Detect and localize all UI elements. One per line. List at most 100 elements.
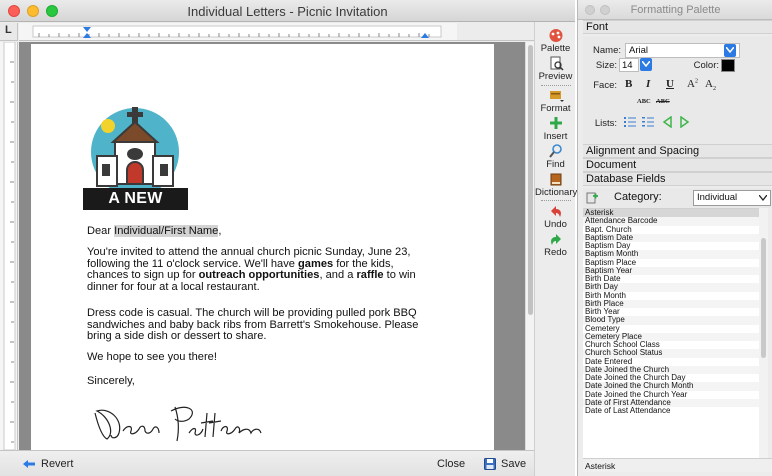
field-list-item[interactable]: Bapt. Church xyxy=(583,226,759,234)
logo-banner-text: A NEW HOPE xyxy=(108,190,163,225)
preview-tool[interactable]: Preview xyxy=(535,56,576,82)
find-magnifier-icon xyxy=(548,144,562,158)
dictionary-tool-label: Dictionary xyxy=(535,187,578,198)
field-list-item[interactable]: Blood Type xyxy=(583,316,759,325)
strikethrough-button[interactable]: ABC xyxy=(656,98,670,105)
field-list-item[interactable]: Baptism Day xyxy=(583,242,759,250)
save-label: Save xyxy=(501,458,527,470)
font-name-label: Name: xyxy=(593,45,621,56)
font-name-field[interactable]: Arial xyxy=(625,43,740,58)
paragraph-invitation[interactable]: You're invited to attend the annual chur… xyxy=(87,246,437,294)
bold-button[interactable]: B xyxy=(625,78,632,90)
category-row: Category: Individual xyxy=(583,188,772,208)
paragraph-hope[interactable]: We hope to see you there! xyxy=(87,351,437,364)
italic-button[interactable]: I xyxy=(646,78,650,90)
paragraph-dress-code[interactable]: Dress code is casual. The church will be… xyxy=(87,307,437,343)
find-tool-label: Find xyxy=(546,159,565,170)
insert-tool[interactable]: Insert xyxy=(535,116,576,142)
field-list-item[interactable]: Baptism Month xyxy=(583,250,759,259)
subscript-button[interactable]: A2 xyxy=(705,78,716,92)
field-list-item[interactable]: Cemetery xyxy=(583,325,759,333)
palette-tool-label: Palette xyxy=(540,43,571,54)
revert-button[interactable]: Revert xyxy=(22,456,73,472)
font-section-header[interactable]: Font xyxy=(583,20,772,34)
merge-field-first-name[interactable]: Individual/First Name xyxy=(114,225,219,237)
document-window: Individual Letters - Picnic Invitation L xyxy=(0,0,575,476)
closing-line[interactable]: Sincerely, xyxy=(87,375,437,388)
field-list-item[interactable]: Church School Class xyxy=(583,341,759,349)
field-list-item[interactable]: Date of Last Attendance xyxy=(583,407,759,415)
field-list-scrollbar[interactable] xyxy=(759,208,768,458)
field-list-item[interactable]: Birth Place xyxy=(583,299,759,308)
field-list-scroll-thumb[interactable] xyxy=(761,238,766,358)
insert-field-icon[interactable] xyxy=(586,191,599,204)
field-list-item[interactable]: Date Joined the Church Month xyxy=(583,382,759,391)
font-color-label: Color: xyxy=(693,60,719,71)
field-list-item[interactable]: Birth Day xyxy=(583,283,759,292)
salutation-prefix: Dear xyxy=(87,225,115,237)
field-list-item[interactable]: Date Joined the Church xyxy=(583,365,759,374)
insert-tool-label: Insert xyxy=(543,131,568,142)
document-canvas[interactable]: A NEW HOPE Dear Individual/First Name, Y… xyxy=(19,42,525,450)
field-list-item[interactable]: Date Joined the Church Year xyxy=(583,391,759,399)
ruler-unit-toggle[interactable]: L xyxy=(0,23,18,41)
field-list-item[interactable]: Church School Status xyxy=(583,349,759,358)
horizontal-ruler[interactable] xyxy=(19,23,457,41)
chevron-down-icon xyxy=(759,195,767,201)
vertical-ruler-ticks xyxy=(3,42,16,450)
numbered-list-icon[interactable] xyxy=(641,115,655,129)
horizontal-ruler-ticks xyxy=(32,25,442,38)
redo-tool-label: Redo xyxy=(544,247,567,258)
palette-title: Formatting Palette xyxy=(630,4,721,16)
subscript-glyph: A xyxy=(705,78,713,90)
close-button[interactable]: Close xyxy=(437,456,465,472)
database-fields-section-header[interactable]: Database Fields xyxy=(583,172,772,186)
vertical-ruler[interactable] xyxy=(0,42,18,450)
selected-field-readout: Asterisk xyxy=(583,458,772,472)
category-select[interactable]: Individual xyxy=(693,190,771,206)
decrease-indent-icon[interactable] xyxy=(662,116,674,128)
dictionary-tool[interactable]: Dictionary xyxy=(535,172,578,198)
alignment-section-header[interactable]: Alignment and Spacing xyxy=(583,144,772,158)
field-list-item[interactable]: Attendance Barcode xyxy=(583,217,759,226)
field-list-item[interactable]: Date of First Attendance xyxy=(583,398,759,407)
letter-page[interactable]: A NEW HOPE Dear Individual/First Name, Y… xyxy=(31,44,494,450)
field-list-item[interactable]: Birth Date xyxy=(583,275,759,283)
redo-tool[interactable]: Redo xyxy=(535,232,576,258)
document-scroll-thumb[interactable] xyxy=(528,45,533,315)
font-name-dropdown[interactable] xyxy=(724,44,736,57)
database-field-list[interactable]: Asterisk Attendance Barcode Bapt. Church Ba… xyxy=(583,208,759,458)
save-button[interactable]: Save xyxy=(484,456,526,472)
field-list-item[interactable]: Baptism Year xyxy=(583,266,759,275)
bulleted-list-icon[interactable] xyxy=(623,115,637,129)
increase-indent-icon[interactable] xyxy=(678,116,690,128)
preview-icon xyxy=(550,56,564,71)
dictionary-book-icon xyxy=(550,173,561,186)
field-list-item[interactable]: Date Joined the Church Day xyxy=(583,374,759,382)
small-caps-button[interactable]: ABC xyxy=(637,98,651,105)
superscript-button[interactable]: A2 xyxy=(687,78,698,90)
field-list-item[interactable]: Date Entered xyxy=(583,358,759,366)
field-list-item[interactable]: Baptism Place xyxy=(583,259,759,267)
document-section-header[interactable]: Document xyxy=(583,158,772,172)
font-color-swatch[interactable] xyxy=(721,59,735,72)
close-label: Close xyxy=(437,458,466,470)
palette-tool[interactable]: Palette xyxy=(535,28,576,54)
field-list-item[interactable]: Asterisk xyxy=(583,209,759,218)
underline-button[interactable]: U xyxy=(666,78,674,90)
salutation-line[interactable]: Dear Individual/First Name, xyxy=(87,225,437,238)
font-size-field[interactable]: 14 xyxy=(619,58,639,72)
field-list-item[interactable]: Baptism Date xyxy=(583,233,759,242)
undo-tool[interactable]: Undo xyxy=(535,204,576,230)
ruler-unit-glyph: L xyxy=(5,24,12,36)
format-tool[interactable]: Format xyxy=(535,88,576,114)
field-list-item[interactable]: Birth Month xyxy=(583,292,759,300)
field-list-item[interactable]: Birth Year xyxy=(583,308,759,316)
tool-separator xyxy=(541,200,571,201)
document-scrollbar[interactable] xyxy=(525,42,534,450)
signature-image xyxy=(94,406,262,442)
font-size-dropdown[interactable] xyxy=(640,58,652,71)
format-icon xyxy=(549,91,564,102)
find-tool[interactable]: Find xyxy=(535,144,576,170)
field-list-item[interactable]: Cemetery Place xyxy=(583,332,759,341)
